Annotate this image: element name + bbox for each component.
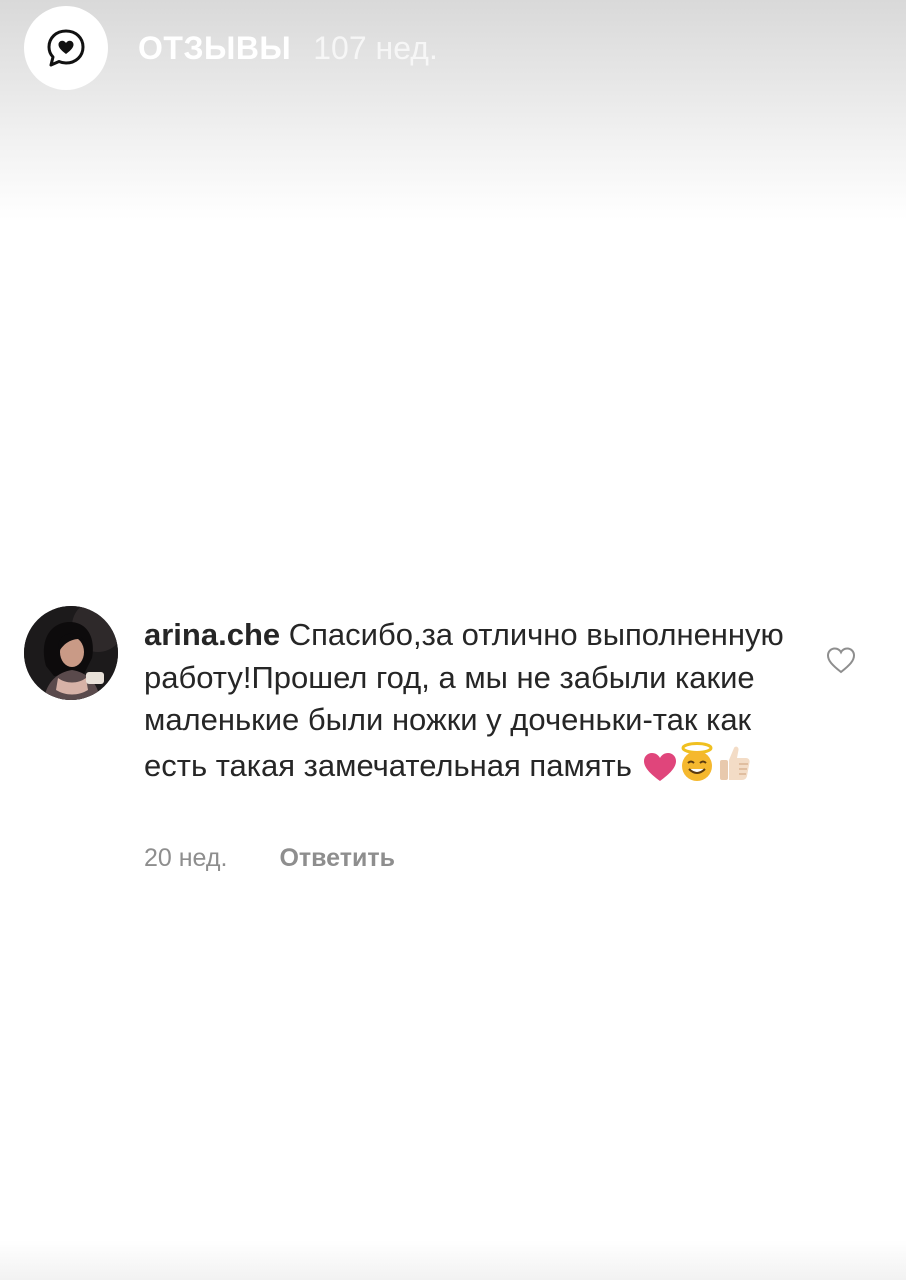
like-heart-icon[interactable]: [826, 646, 856, 674]
story-timestamp: 107 нед.: [313, 29, 438, 66]
story-header: ОТЗЫВЫ 107 нед.: [24, 6, 438, 90]
pink-heart-icon: [643, 751, 677, 794]
comment-meta: 20 нед. Ответить: [144, 844, 395, 873]
story-title[interactable]: ОТЗЫВЫ: [138, 30, 291, 67]
comment-username[interactable]: arina.che: [144, 617, 280, 652]
reply-button[interactable]: Ответить: [279, 844, 395, 873]
story-avatar[interactable]: [24, 6, 108, 90]
comment-body: arina.che Спасибо,за отлично выполненную…: [144, 614, 784, 793]
user-photo: [24, 606, 118, 700]
smiling-face-with-halo-icon: [679, 741, 715, 794]
thumbs-up-icon: [717, 744, 751, 794]
heart-speech-bubble-icon: [47, 29, 85, 67]
avatar[interactable]: [24, 606, 118, 700]
footer-gradient: [0, 1240, 906, 1280]
comment-timestamp: 20 нед.: [144, 844, 228, 872]
